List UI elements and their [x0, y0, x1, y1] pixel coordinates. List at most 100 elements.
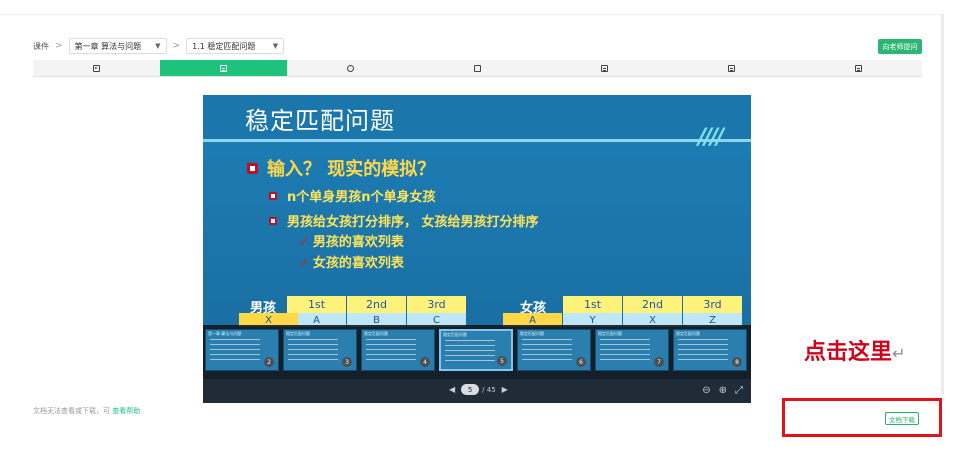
pref-header: 2nd: [347, 296, 406, 313]
pref-header: 3rd: [407, 296, 466, 313]
thumbnail-preview: [288, 339, 338, 363]
slides-icon: [220, 64, 227, 72]
caret-down-icon: ▼: [272, 42, 279, 50]
slide-thumbnail[interactable]: 稳定匹配问题 6: [517, 329, 592, 371]
pref-column: 3rd C: [407, 296, 466, 327]
help-link[interactable]: 查看帮助: [112, 407, 140, 415]
prev-page-icon[interactable]: ◀: [449, 385, 455, 394]
tab-document-2[interactable]: [668, 60, 795, 76]
bullet-square-icon: [269, 191, 277, 200]
thumbnail-number: 4: [420, 357, 430, 367]
slide-main-bullet-text: 输入？ 现实的模拟？: [267, 159, 436, 180]
thumbnail-title: 第一章 算法与问题: [208, 331, 242, 336]
thumbnail-preview: [522, 339, 573, 363]
chapter-select-value: 第一章 算法与问题: [74, 41, 142, 51]
tab-slides[interactable]: [160, 60, 287, 76]
edit-icon: [474, 64, 481, 72]
pref-column: 2nd X: [623, 296, 682, 327]
next-page-icon[interactable]: ▶: [502, 385, 508, 394]
thumbnail-preview: [445, 340, 495, 364]
document-icon: [728, 64, 735, 72]
slide-sub-bullet-text: n个单身男孩n个单身女孩: [287, 190, 436, 205]
breadcrumb-root[interactable]: 课件: [33, 41, 49, 52]
chapter-select[interactable]: 第一章 算法与问题 ▼: [68, 38, 167, 54]
current-slide: 稳定匹配问题 //// 输入？ 现实的模拟？ n个单身男孩n个单身女孩 男孩给女…: [203, 95, 751, 327]
scroll-track[interactable]: [941, 14, 944, 394]
slide-thumbnail[interactable]: 第一章 算法与问题 2: [205, 329, 279, 371]
section-select[interactable]: 1.1 稳定匹配问题 ▼: [186, 38, 285, 54]
tab-document-3[interactable]: [795, 60, 922, 76]
fullscreen-icon[interactable]: ⤢: [735, 385, 743, 396]
chevron-right-icon: >: [172, 41, 181, 51]
thumbnail-title: 稳定匹配问题: [676, 331, 701, 336]
slide-check-item: ✓ 男孩的喜欢列表: [299, 231, 404, 250]
thumbnail-preview: [210, 339, 260, 363]
thumbnail-title: 稳定匹配问题: [598, 331, 623, 336]
slide-thumbnail[interactable]: 稳定匹配问题 4: [361, 329, 435, 371]
slide-check-text: 男孩的喜欢列表: [312, 235, 404, 250]
help-note-text: 文档无法查看或下载，可: [33, 407, 113, 415]
viewer-tools: ⊖ ⊕ ⤢: [702, 385, 743, 396]
page-navigator: ◀ 5 / 45 ▶: [443, 384, 514, 395]
thumbnail-title: 稳定匹配问题: [443, 332, 467, 337]
top-divider: [0, 14, 941, 15]
caret-down-icon: ▼: [155, 42, 161, 50]
tab-video[interactable]: [33, 60, 160, 76]
document-icon: [855, 64, 862, 72]
slide-check-text: 女孩的喜欢列表: [312, 256, 404, 271]
pref-header: 1st: [563, 296, 622, 313]
pref-header: 1st: [287, 296, 346, 313]
return-mark-icon: ↵: [892, 344, 906, 363]
zoom-out-icon[interactable]: ⊖: [702, 385, 710, 396]
ask-teacher-button[interactable]: 向老师提问: [878, 39, 922, 54]
pref-header: 3rd: [683, 296, 742, 313]
annotation-text: 点击这里: [804, 339, 893, 365]
breadcrumb: 课件 > 第一章 算法与问题 ▼ > 1.1 稳定匹配问题 ▼: [33, 38, 285, 54]
bullet-square-icon: [269, 216, 277, 225]
download-document-button[interactable]: 文档下载: [885, 412, 919, 425]
thumbnail-preview: [678, 339, 729, 363]
resource-tabs: [33, 60, 922, 77]
check-icon: ✓: [299, 235, 310, 250]
slide-main-bullet: 输入？ 现实的模拟？: [247, 155, 435, 181]
bullet-square-icon: [247, 162, 258, 174]
thumbnail-strip: 第一章 算法与问题 2 稳定匹配问题 3 稳定匹配问题 4 稳定匹配问题 5 稳…: [203, 325, 751, 379]
click-here-annotation: 点击这里↵: [804, 334, 905, 366]
slide-thumbnail[interactable]: 稳定匹配问题 7: [595, 329, 670, 371]
thumbnail-number: 5: [497, 356, 508, 366]
document-icon: [601, 64, 608, 72]
zoom-in-icon[interactable]: ⊕: [719, 385, 727, 396]
total-pages: / 45: [482, 385, 496, 394]
pref-column: 3rd Z: [683, 296, 742, 327]
slide-thumbnail[interactable]: 稳定匹配问题 3: [283, 329, 357, 371]
section-select-value: 1.1 稳定匹配问题: [192, 41, 256, 51]
thumbnail-number: 7: [654, 357, 665, 367]
slide-thumbnail[interactable]: 稳定匹配问题 8: [673, 329, 748, 371]
slide-viewer[interactable]: 稳定匹配问题 //// 输入？ 现实的模拟？ n个单身男孩n个单身女孩 男孩给女…: [203, 95, 751, 403]
slide-check-item: ✓ 女孩的喜欢列表: [299, 252, 404, 271]
current-page-input[interactable]: 5: [461, 384, 480, 395]
slide-title: 稳定匹配问题: [245, 107, 395, 135]
thumbnail-title: 稳定匹配问题: [286, 331, 310, 336]
help-note: 文档无法查看或下载，可 查看帮助: [33, 406, 140, 416]
pref-column: 1st Y: [563, 296, 622, 327]
slide-decoration: ////: [698, 125, 724, 150]
tab-homework[interactable]: [414, 60, 541, 76]
thumbnail-number: 2: [264, 357, 274, 367]
thumbnail-number: 8: [732, 357, 743, 367]
viewer-control-bar: ◀ 5 / 45 ▶ ⊖ ⊕ ⤢: [203, 379, 751, 403]
chat-icon: [347, 64, 354, 72]
play-icon: [93, 64, 100, 72]
tab-document-1[interactable]: [541, 60, 668, 76]
slide-thumbnail-active[interactable]: 稳定匹配问题 5: [439, 329, 514, 371]
check-icon: ✓: [299, 256, 310, 271]
thumbnail-number: 6: [576, 357, 587, 367]
thumbnail-preview: [366, 339, 416, 363]
chevron-right-icon: >: [55, 41, 63, 51]
slide-sub-bullet: 男孩给女孩打分排序， 女孩给男孩打分排序: [269, 211, 539, 230]
tab-discussion[interactable]: [287, 60, 414, 76]
pref-column: 2nd B: [347, 296, 406, 327]
slide-sub-bullet: n个单身男孩n个单身女孩: [269, 186, 436, 205]
slide-sub-bullet-text: 男孩给女孩打分排序， 女孩给男孩打分排序: [287, 215, 539, 230]
thumbnail-preview: [600, 339, 651, 363]
